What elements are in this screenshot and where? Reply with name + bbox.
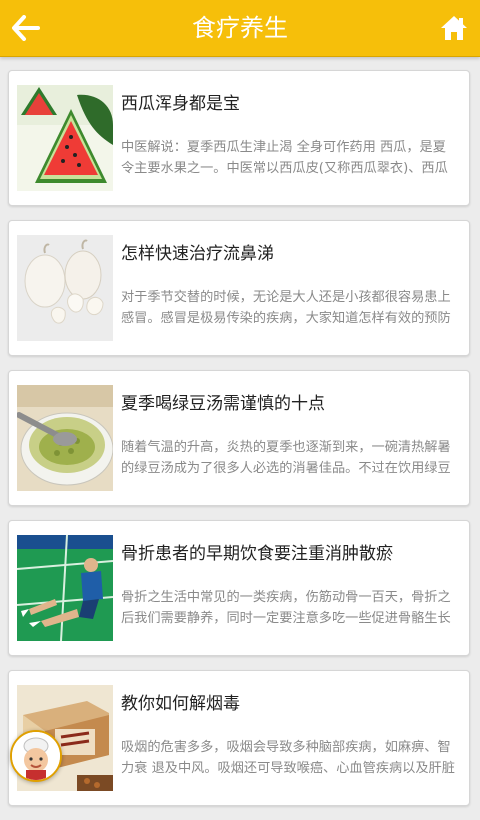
app-header: 食疗养生 [0,0,480,57]
article-summary: 骨折之生活中常见的一类疾病，伤筋动骨一百天，骨折之后我们需要静养，同时一定要注意… [121,590,451,626]
article-card[interactable]: 骨折患者的早期饮食要注重消肿散瘀 骨折之生活中常见的一类疾病，伤筋动骨一百天，骨… [8,520,470,656]
article-summary: 吸烟的危害多多，吸烟会导致多种脑部疾病，如麻痹、智力衰 退及中风。吸烟还可导致喉… [121,740,455,776]
article-thumbnail-mung-bean-soup [17,385,113,491]
article-title: 骨折患者的早期饮食要注重消肿散瘀 [121,544,393,564]
article-card[interactable]: 怎样快速治疗流鼻涕 对于季节交替的时候，无论是大人还是小孩都很容易患上感冒。感冒… [8,220,470,356]
page-title: 食疗养生 [192,14,288,42]
article-summary: 中医解说：夏季西瓜生津止渴 全身可作药用 西瓜，是夏令主要水果之一。中医常以西瓜… [121,140,448,176]
article-title: 西瓜浑身都是宝 [121,94,240,114]
article-card[interactable]: 西瓜浑身都是宝 中医解说：夏季西瓜生津止渴 全身可作药用 西瓜，是夏令主要水果之… [8,70,470,206]
article-title: 怎样快速治疗流鼻涕 [121,244,274,264]
article-summary: 随着气温的升高，炎热的夏季也逐渐到来，一碗清热解暑的绿豆汤成为了很多人必选的消暑… [121,440,451,476]
article-list: 西瓜浑身都是宝 中医解说：夏季西瓜生津止渴 全身可作药用 西瓜，是夏令主要水果之… [8,70,470,820]
article-card[interactable]: 教你如何解烟毒 吸烟的危害多多，吸烟会导致多种脑部疾病，如麻痹、智力衰 退及中风… [8,670,470,806]
article-thumbnail-injured-athlete [17,535,113,641]
floating-avatar-button[interactable] [10,730,62,782]
article-summary: 对于季节交替的时候，无论是大人还是小孩都很容易患上感冒。感冒是极易传染的疾病，大… [121,290,451,326]
home-icon [441,16,467,40]
article-thumbnail-garlic [17,235,113,341]
article-title: 夏季喝绿豆汤需谨慎的十点 [121,394,325,414]
chef-avatar-icon [12,732,60,780]
home-button[interactable] [434,8,474,48]
article-title: 教你如何解烟毒 [121,694,240,714]
article-card[interactable]: 夏季喝绿豆汤需谨慎的十点 随着气温的升高，炎热的夏季也逐渐到来，一碗清热解暑的绿… [8,370,470,506]
article-thumbnail-watermelon [17,85,113,191]
